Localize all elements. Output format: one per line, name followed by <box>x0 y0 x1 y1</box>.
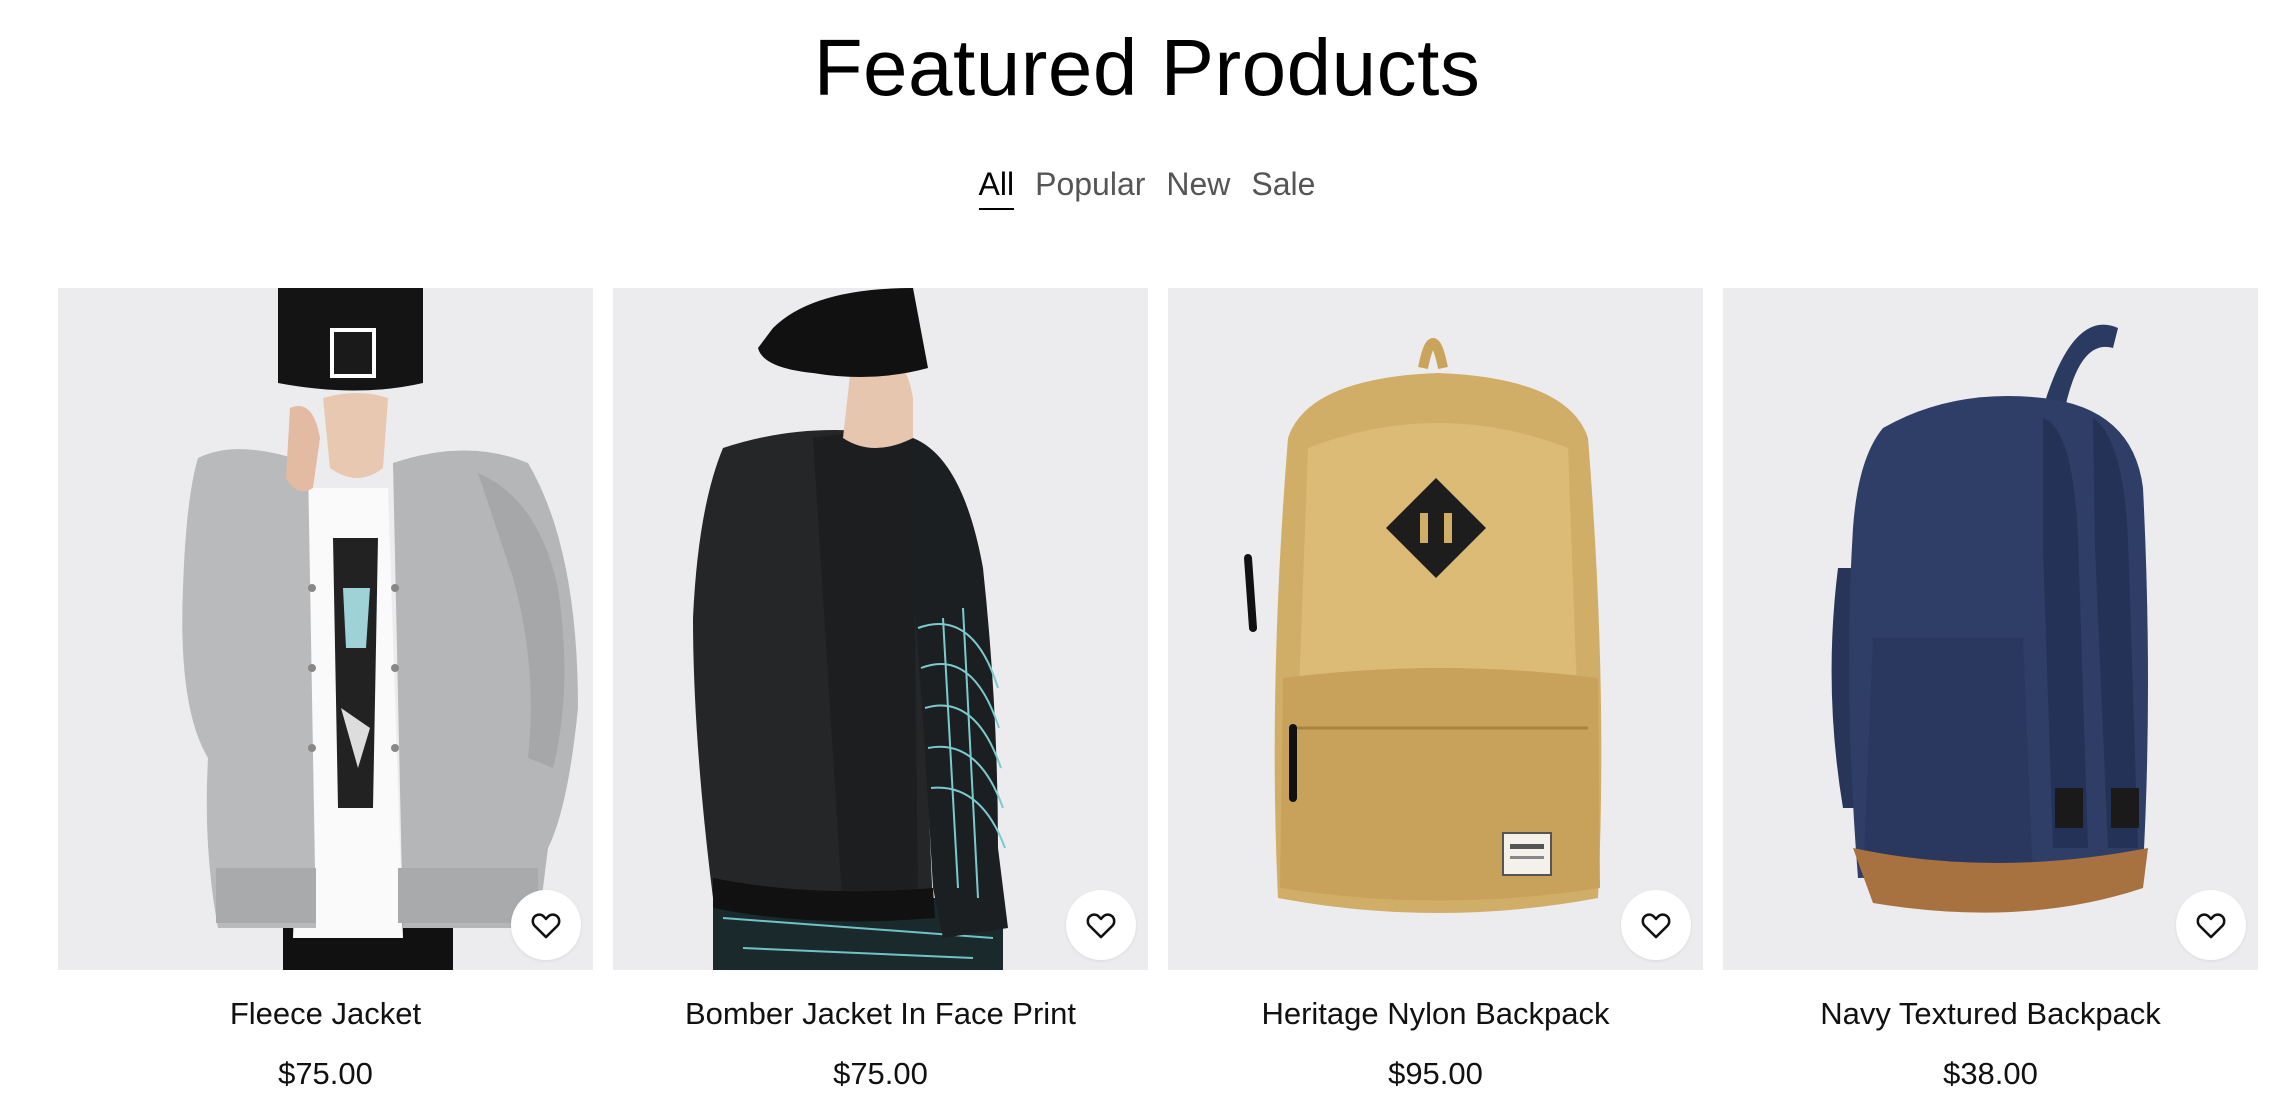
tab-sale[interactable]: Sale <box>1251 164 1315 210</box>
filter-tabs: All Popular New Sale <box>0 164 2294 210</box>
tab-all[interactable]: All <box>978 164 1015 210</box>
heart-icon <box>531 913 561 939</box>
product-card[interactable]: Fleece Jacket $75.00 <box>58 288 593 1094</box>
gold-nylon-backpack-photo <box>1168 288 1703 970</box>
product-card[interactable]: Navy Textured Backpack $38.00 <box>1723 288 2258 1094</box>
product-price: $75.00 <box>833 1056 928 1091</box>
wishlist-button[interactable] <box>511 890 581 960</box>
product-card[interactable]: Bomber Jacket In Face Print $75.00 <box>613 288 1148 1094</box>
tab-new[interactable]: New <box>1166 164 1230 210</box>
wishlist-button[interactable] <box>1621 890 1691 960</box>
page-title: Featured Products <box>813 23 1481 112</box>
product-name[interactable]: Navy Textured Backpack <box>1723 994 2258 1034</box>
tab-popular[interactable]: Popular <box>1035 164 1145 210</box>
product-price: $95.00 <box>1388 1056 1483 1091</box>
product-name[interactable]: Bomber Jacket In Face Print <box>613 994 1148 1034</box>
wishlist-button[interactable] <box>2176 890 2246 960</box>
product-grid: Fleece Jacket $75.00 Bomber Jacket In Fa… <box>58 288 2258 1094</box>
navy-textured-backpack-photo <box>1723 288 2258 970</box>
product-image-bomber-jacket[interactable] <box>613 288 1148 970</box>
product-name[interactable]: Heritage Nylon Backpack <box>1168 994 1703 1034</box>
wishlist-button[interactable] <box>1066 890 1136 960</box>
product-card[interactable]: Heritage Nylon Backpack $95.00 <box>1168 288 1703 1094</box>
grey-fleece-jacket-photo <box>58 288 593 970</box>
product-price: $38.00 <box>1943 1056 2038 1091</box>
heart-icon <box>1641 913 1671 939</box>
product-image-fleece-jacket[interactable] <box>58 288 593 970</box>
black-bomber-jacket-photo <box>613 288 1148 970</box>
product-price: $75.00 <box>278 1056 373 1091</box>
product-name[interactable]: Fleece Jacket <box>58 994 593 1034</box>
product-image-navy-backpack[interactable] <box>1723 288 2258 970</box>
heart-icon <box>1086 913 1116 939</box>
product-image-heritage-backpack[interactable] <box>1168 288 1703 970</box>
heart-icon <box>2196 913 2226 939</box>
